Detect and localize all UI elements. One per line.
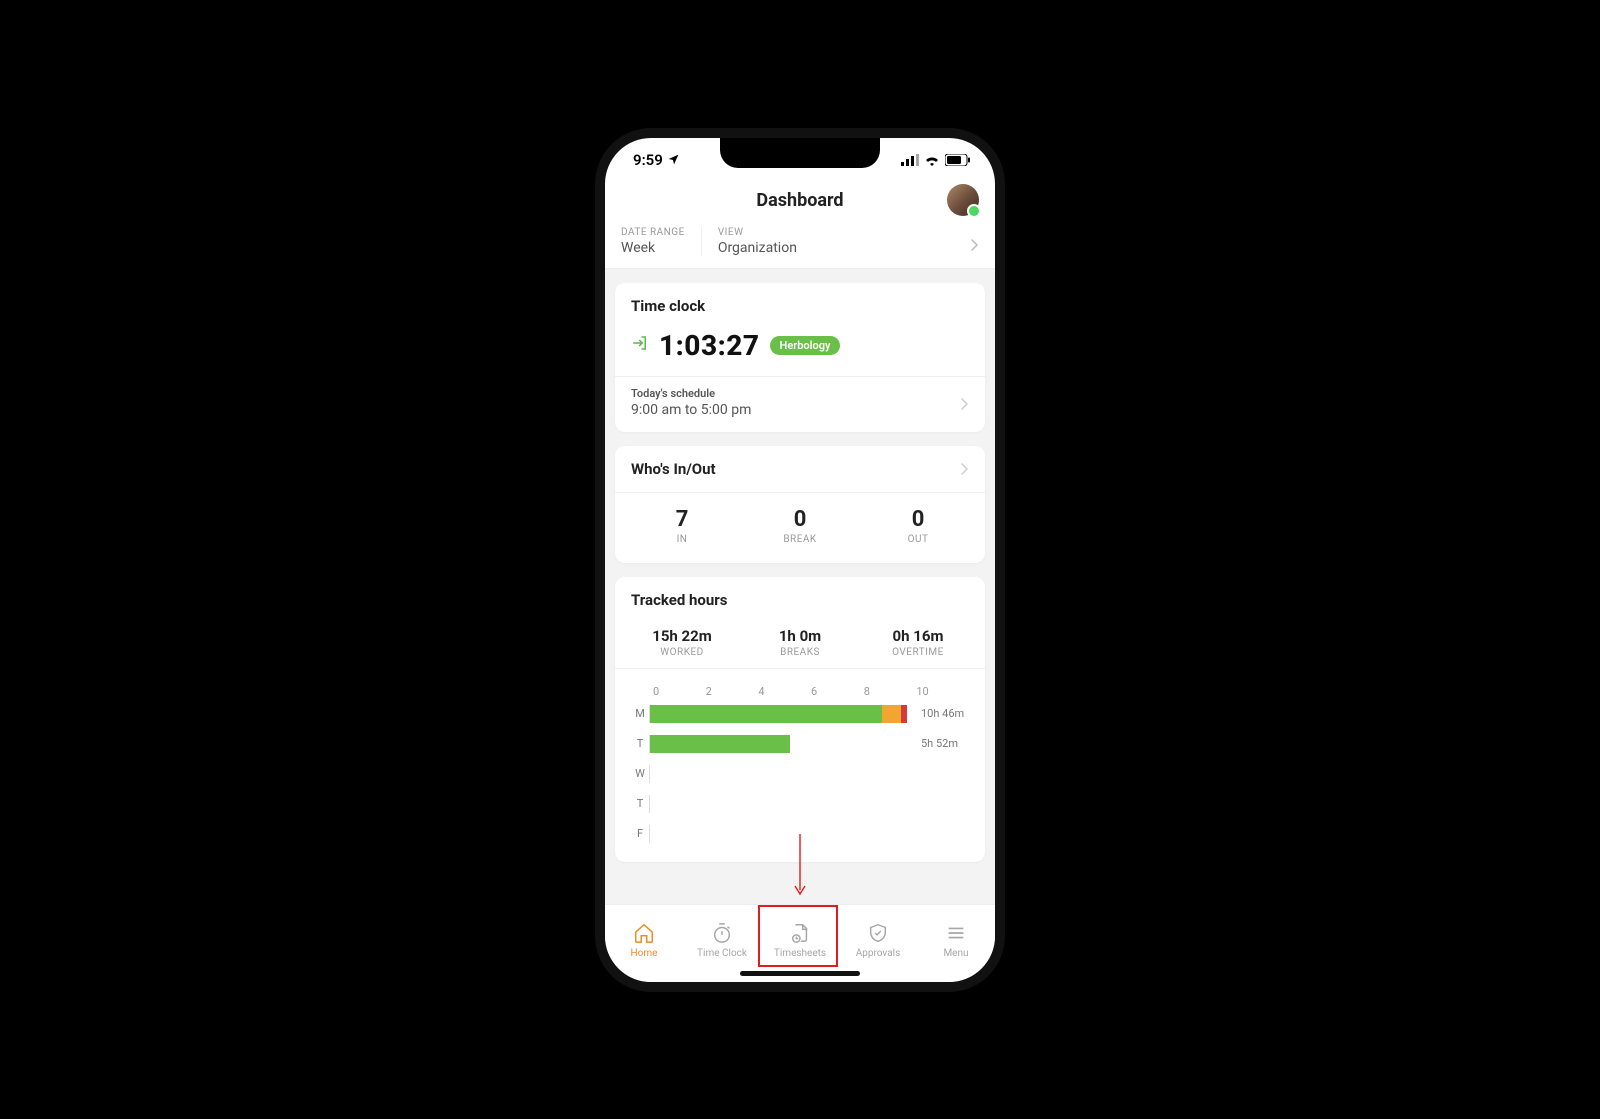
summary-worked: 15h 22m WORKED [623, 627, 741, 658]
summary-overtime-label: OVERTIME [859, 647, 977, 658]
whos-in-out-card: Who's In/Out 7 IN 0 BREAK 0 OUT [615, 446, 985, 563]
bar-day-label: M [631, 707, 649, 720]
todays-schedule-row[interactable]: Today's schedule 9:00 am to 5:00 pm [615, 376, 985, 432]
stopwatch-icon [711, 922, 733, 944]
filter-view[interactable]: VIEW Organization [701, 227, 813, 256]
summary-breaks: 1h 0m BREAKS [741, 627, 859, 658]
bar-segment [901, 705, 907, 723]
nav-time-clock[interactable]: Time Clock [683, 905, 761, 968]
document-clock-icon [789, 922, 811, 944]
stat-break-label: BREAK [741, 534, 859, 545]
stat-out-count: 0 [859, 507, 977, 532]
summary-overtime: 0h 16m OVERTIME [859, 627, 977, 658]
time-clock-card: Time clock 1:03:27 Herbology Today's sch… [615, 283, 985, 432]
filter-view-label: VIEW [718, 227, 797, 238]
chart-bar-row: W [631, 764, 969, 784]
clock-in-icon [631, 334, 649, 356]
stat-out: 0 OUT [859, 507, 977, 545]
nav-time-clock-label: Time Clock [697, 948, 747, 959]
bar-track [649, 735, 913, 753]
filter-date-range[interactable]: DATE RANGE Week [621, 227, 701, 256]
axis-tick: 6 [811, 685, 864, 698]
bar-total-label: 10h 46m [921, 707, 969, 720]
stat-out-label: OUT [859, 534, 977, 545]
home-indicator [740, 971, 860, 976]
phone-frame: 9:59 Dashboard DATE RANGE Week VIEW Orga… [605, 138, 995, 982]
summary-breaks-label: BREAKS [741, 647, 859, 658]
tracked-hours-card: Tracked hours 15h 22m WORKED 1h 0m BREAK… [615, 577, 985, 862]
bar-day-label: T [631, 737, 649, 750]
content-scroll[interactable]: Time clock 1:03:27 Herbology Today's sch… [605, 269, 995, 904]
axis-tick: 8 [864, 685, 917, 698]
nav-home-label: Home [631, 948, 658, 959]
tracked-hours-title: Tracked hours [631, 591, 969, 609]
device-notch [720, 138, 880, 168]
filter-date-range-label: DATE RANGE [621, 227, 685, 238]
nav-timesheets-label: Timesheets [774, 948, 826, 959]
axis-tick: 10 [916, 685, 969, 698]
stat-in-label: IN [623, 534, 741, 545]
shield-check-icon [867, 922, 889, 944]
whos-in-out-header[interactable]: Who's In/Out [615, 446, 985, 493]
filter-date-range-value: Week [621, 240, 685, 256]
filter-view-value: Organization [718, 240, 797, 256]
schedule-label: Today's schedule [631, 387, 969, 400]
nav-menu-label: Menu [943, 948, 968, 959]
schedule-value: 9:00 am to 5:00 pm [631, 402, 969, 418]
axis-tick: 4 [758, 685, 811, 698]
whos-in-out-title: Who's In/Out [631, 460, 716, 478]
home-icon [633, 922, 655, 944]
avatar[interactable] [947, 184, 979, 216]
summary-worked-value: 15h 22m [623, 627, 741, 645]
bar-track [649, 705, 913, 723]
app-header: Dashboard [605, 182, 995, 223]
bar-day-label: T [631, 797, 649, 810]
hamburger-icon [945, 922, 967, 944]
summary-overtime-value: 0h 16m [859, 627, 977, 645]
nav-approvals-label: Approvals [856, 948, 900, 959]
bar-segment [882, 705, 901, 723]
bottom-nav: Home Time Clock Timesheets Approvals Men… [605, 904, 995, 982]
axis-tick: 0 [653, 685, 706, 698]
stat-break: 0 BREAK [741, 507, 859, 545]
wifi-icon [924, 154, 940, 166]
chart-bar-row: T [631, 794, 969, 814]
stat-in: 7 IN [623, 507, 741, 545]
chevron-right-icon [961, 398, 969, 410]
status-time: 9:59 [633, 151, 663, 169]
bar-track [649, 795, 913, 813]
filter-bar[interactable]: DATE RANGE Week VIEW Organization [605, 223, 995, 269]
bar-total-label: 5h 52m [921, 737, 969, 750]
stat-break-count: 0 [741, 507, 859, 532]
bar-segment [650, 705, 882, 723]
summary-worked-label: WORKED [623, 647, 741, 658]
nav-timesheets[interactable]: Timesheets [761, 905, 839, 968]
cellular-icon [901, 154, 919, 166]
annotation-arrow-icon [793, 834, 807, 900]
time-clock-title: Time clock [631, 297, 969, 315]
job-badge[interactable]: Herbology [770, 336, 841, 355]
chart-bar-row: T 5h 52m [631, 734, 969, 754]
chart-bar-row: M 10h 46m [631, 704, 969, 724]
location-icon [667, 153, 680, 166]
nav-approvals[interactable]: Approvals [839, 905, 917, 968]
battery-icon [945, 154, 971, 166]
bar-day-label: W [631, 767, 649, 780]
chart-x-axis: 0246810 [653, 685, 969, 698]
bar-segment [650, 735, 790, 753]
nav-menu[interactable]: Menu [917, 905, 995, 968]
stat-in-count: 7 [623, 507, 741, 532]
bar-day-label: F [631, 827, 649, 840]
axis-tick: 2 [706, 685, 759, 698]
chevron-right-icon [961, 463, 969, 475]
chevron-right-icon [971, 239, 979, 251]
page-title: Dashboard [756, 190, 843, 211]
bar-track [649, 825, 913, 843]
elapsed-time: 1:03:27 [659, 329, 760, 362]
summary-breaks-value: 1h 0m [741, 627, 859, 645]
chart-rows: M 10h 46m T 5h 52m W T F [631, 704, 969, 844]
nav-home[interactable]: Home [605, 905, 683, 968]
bar-track [649, 765, 913, 783]
